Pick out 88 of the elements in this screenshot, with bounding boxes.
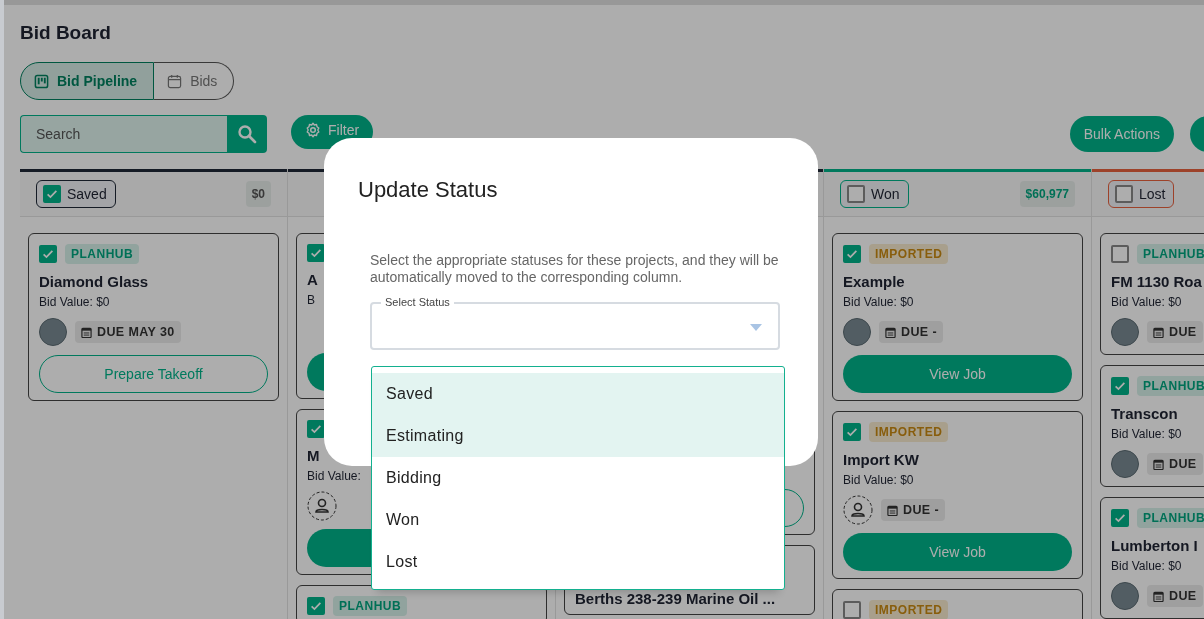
search-button[interactable] xyxy=(227,115,267,153)
checkbox[interactable] xyxy=(843,601,861,619)
bid-card[interactable]: IMPORTED Import KW Bid Value: $0 DUE - View Job xyxy=(832,411,1083,579)
checkbox[interactable] xyxy=(843,245,861,263)
checkbox[interactable] xyxy=(43,185,61,203)
avatar-photo xyxy=(39,318,67,346)
calendar-icon xyxy=(167,73,183,89)
person-icon xyxy=(843,495,873,525)
calendar-icon xyxy=(81,326,92,338)
due-text: DUE - xyxy=(903,503,940,517)
checkbox[interactable] xyxy=(1115,185,1133,203)
checkbox[interactable] xyxy=(307,597,325,615)
checkbox[interactable] xyxy=(847,185,865,203)
column-total: $60,977 xyxy=(1019,181,1075,207)
source-tag: IMPORTED xyxy=(869,422,949,442)
checkbox[interactable] xyxy=(39,245,57,263)
column-title: Won xyxy=(871,186,900,202)
person-icon xyxy=(307,491,337,521)
search-icon xyxy=(237,124,257,144)
due-text: DUE - xyxy=(901,325,938,339)
card-title: Import KW xyxy=(843,451,919,468)
card-title: Transcon xyxy=(1111,405,1178,422)
select-label: Select Status xyxy=(381,295,454,309)
bid-card[interactable]: PLANHUB Transcon Bid Value: $0 DUE xyxy=(1100,365,1204,487)
dialog-title: Update Status xyxy=(358,176,499,204)
source-tag: PLANHUB xyxy=(1137,244,1204,264)
due-text: DUE MAY 30 xyxy=(97,325,175,339)
column-total: $0 xyxy=(245,181,271,207)
board-icon xyxy=(34,73,49,89)
checkbox[interactable] xyxy=(843,423,861,441)
source-tag: IMPORTED xyxy=(869,244,949,264)
due-text: DUE xyxy=(1169,325,1197,339)
bid-card[interactable]: PLANHUB Diamond Glass Bid Value: $0 DUE MAY 30 Prepare Takeoff xyxy=(28,233,279,401)
avatar-photo xyxy=(1111,450,1139,478)
card-title: Example xyxy=(843,273,905,290)
bid-value: Bid Value: $0 xyxy=(39,295,110,309)
column-title: Saved xyxy=(67,186,107,202)
calendar-icon xyxy=(1153,326,1164,338)
bid-value: B xyxy=(307,293,315,307)
avatar-photo xyxy=(1111,318,1139,346)
card-title: FM 1130 Roa xyxy=(1111,273,1202,290)
gear-icon xyxy=(305,122,321,138)
due-text: DUE xyxy=(1169,589,1197,603)
avatar-photo xyxy=(843,318,871,346)
calendar-icon xyxy=(1153,458,1164,470)
source-tag: PLANHUB xyxy=(333,596,408,616)
bid-value: Bid Value: $0 xyxy=(1111,559,1182,573)
checkbox[interactable] xyxy=(1111,509,1129,527)
bid-value: Bid Value: $0 xyxy=(1111,427,1182,441)
status-option[interactable]: Estimating xyxy=(372,415,784,457)
checkbox[interactable] xyxy=(1111,245,1129,263)
view-tab[interactable]: Bids xyxy=(154,62,235,100)
status-option[interactable]: Won xyxy=(372,499,784,541)
calendar-icon xyxy=(887,504,898,516)
column-title: Lost xyxy=(1139,186,1166,202)
checkbox[interactable] xyxy=(307,244,325,262)
column-toggle[interactable]: Won xyxy=(840,180,909,208)
status-option[interactable]: Lost xyxy=(372,541,784,583)
bid-value: Bid Value: $0 xyxy=(843,295,914,309)
avatar-photo xyxy=(1111,582,1139,610)
source-tag: PLANHUB xyxy=(1137,376,1204,396)
column-toggle[interactable]: Lost xyxy=(1108,180,1175,208)
bid-card[interactable]: PLANHUB Lumberton I Bid Value: $0 DUE xyxy=(1100,497,1204,619)
bid-card[interactable]: PLANHUB FM 1130 Roa Bid Value: $0 DUE xyxy=(1100,233,1204,355)
page-title: Bid Board xyxy=(20,21,112,45)
card-title: M xyxy=(307,447,320,464)
bid-value: Bid Value: xyxy=(307,469,361,483)
caret-icon xyxy=(750,324,762,331)
bid-value: Bid Value: $0 xyxy=(1111,295,1182,309)
calendar-icon xyxy=(885,326,896,338)
dialog-description: Select the appropriate statuses for these projects, and they will be automatically moved to the corresponding column. xyxy=(370,252,780,286)
checkbox[interactable] xyxy=(307,420,325,438)
card-title: A xyxy=(307,271,318,288)
calendar-icon xyxy=(1153,590,1164,602)
card-title: Berths 238-239 Marine Oil ... xyxy=(575,590,776,607)
due-text: DUE xyxy=(1169,457,1197,471)
source-tag: IMPORTED xyxy=(869,600,949,619)
source-tag: PLANHUB xyxy=(65,244,140,264)
bid-card[interactable]: IMPORTED Example Bid Value: $0 DUE - View Job xyxy=(832,233,1083,401)
status-option[interactable]: Bidding xyxy=(372,457,784,499)
checkbox[interactable] xyxy=(1111,377,1129,395)
column-toggle[interactable]: Saved xyxy=(36,180,116,208)
bid-value: Bid Value: $0 xyxy=(843,473,914,487)
source-tag: PLANHUB xyxy=(1137,508,1204,528)
status-option[interactable]: Saved xyxy=(372,373,784,415)
search-field[interactable]: Search xyxy=(20,115,227,153)
card-title: Lumberton I xyxy=(1111,537,1198,554)
card-title: Diamond Glass xyxy=(39,273,149,290)
